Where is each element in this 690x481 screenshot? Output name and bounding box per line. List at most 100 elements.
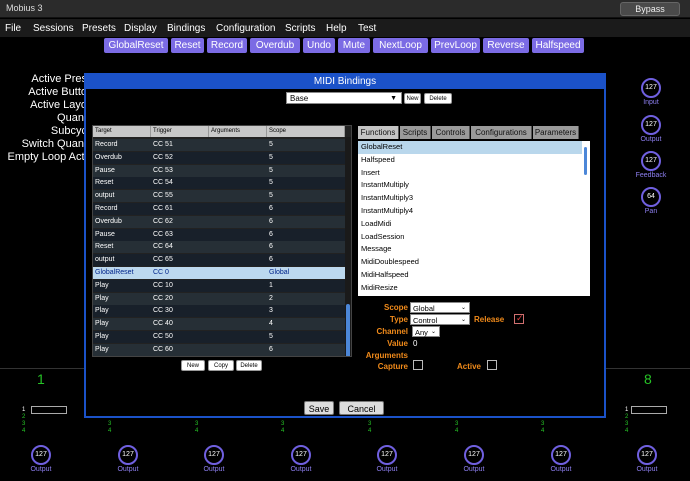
channel-select[interactable]: Any ⌄ bbox=[412, 326, 440, 337]
functions-scrollbar-thumb[interactable] bbox=[584, 147, 587, 175]
bypass-button[interactable]: Bypass bbox=[620, 2, 680, 16]
function-list-item[interactable]: MidiDoublespeed bbox=[358, 256, 582, 269]
table-row[interactable]: Record CC 51 5 bbox=[93, 139, 345, 151]
scope-select[interactable]: Global ⌄ bbox=[410, 302, 470, 313]
table-row[interactable]: Play CC 30 3 bbox=[93, 305, 345, 318]
binding-set-select[interactable]: Base ▼ bbox=[286, 92, 402, 104]
track-output-knob[interactable]: 127 bbox=[464, 445, 484, 465]
table-row[interactable]: Play CC 60 6 bbox=[93, 343, 345, 356]
menu-configuration[interactable]: Configuration bbox=[216, 23, 275, 34]
tab-controls[interactable]: Controls bbox=[432, 126, 470, 139]
row-target: Record bbox=[95, 205, 118, 212]
bindings-table: Target Trigger Arguments Scope Record CC … bbox=[92, 125, 352, 357]
function-list-item[interactable]: InstantMultiply3 bbox=[358, 192, 582, 205]
release-checkbox[interactable] bbox=[514, 313, 524, 324]
menu-help[interactable]: Help bbox=[326, 23, 347, 34]
tab-functions[interactable]: Functions bbox=[358, 126, 399, 139]
track-output-knob[interactable]: 127 bbox=[118, 445, 138, 465]
menu-file[interactable]: File bbox=[5, 23, 21, 34]
table-header-arguments[interactable]: Arguments bbox=[209, 126, 267, 137]
table-row[interactable]: Play CC 40 4 bbox=[93, 318, 345, 331]
new-binding-set-button[interactable]: New bbox=[404, 93, 421, 104]
menu-bindings[interactable]: Bindings bbox=[167, 23, 205, 34]
new-binding-button[interactable]: New bbox=[181, 360, 205, 371]
function-list-item[interactable]: InstantMultiply4 bbox=[358, 205, 582, 218]
track-output-knob[interactable]: 127 bbox=[204, 445, 224, 465]
table-row[interactable]: Reset CC 64 6 bbox=[93, 241, 345, 254]
feedback-knob[interactable]: 127 bbox=[641, 151, 661, 171]
function-list-item[interactable]: MidiHalfspeed bbox=[358, 269, 582, 282]
loop-meter-left bbox=[31, 406, 67, 414]
toolbar-nextloop-button[interactable]: NextLoop bbox=[373, 38, 428, 53]
toolbar-halfspeed-button[interactable]: Halfspeed bbox=[532, 38, 584, 53]
table-row[interactable]: Pause CC 53 5 bbox=[93, 164, 345, 177]
toolbar-record-button[interactable]: Record bbox=[207, 38, 247, 53]
output-knob[interactable]: 127 bbox=[641, 115, 661, 135]
row-scope: 5 bbox=[269, 192, 273, 200]
function-list-item[interactable]: LoadSession bbox=[358, 231, 582, 244]
delete-binding-set-button[interactable]: Delete bbox=[424, 93, 452, 104]
toolbar-mute-button[interactable]: Mute bbox=[338, 38, 370, 53]
table-row[interactable]: GlobalReset CC 0 Global bbox=[93, 267, 345, 279]
track-output-knob[interactable]: 127 bbox=[291, 445, 311, 465]
value-field[interactable]: 0 bbox=[413, 339, 417, 348]
loop-number: 4 bbox=[108, 428, 112, 434]
tab-scripts[interactable]: Scripts bbox=[400, 126, 431, 139]
track-output-label: Output bbox=[636, 466, 658, 473]
table-header-target[interactable]: Target bbox=[93, 126, 151, 137]
table-row[interactable]: Record CC 61 6 bbox=[93, 203, 345, 215]
toolbar-overdub-button[interactable]: Overdub bbox=[250, 38, 300, 53]
function-list-item[interactable]: GlobalReset bbox=[358, 141, 582, 154]
input-knob[interactable]: 127 bbox=[641, 78, 661, 98]
table-row[interactable]: Play CC 50 5 bbox=[93, 331, 345, 343]
tab-configurations[interactable]: Configurations bbox=[471, 126, 532, 139]
track-output-knob[interactable]: 127 bbox=[637, 445, 657, 465]
track-output-knob[interactable]: 127 bbox=[551, 445, 571, 465]
menu-presets[interactable]: Presets bbox=[82, 23, 116, 34]
track-output-knob[interactable]: 127 bbox=[31, 445, 51, 465]
track-number-left: 1 bbox=[37, 371, 45, 387]
tab-parameters[interactable]: Parameters bbox=[533, 126, 579, 139]
copy-binding-button[interactable]: Copy bbox=[208, 360, 234, 371]
label-active-layout: Active Layo bbox=[30, 99, 87, 111]
toolbar-reverse-button[interactable]: Reverse bbox=[483, 38, 529, 53]
table-header-trigger[interactable]: Trigger bbox=[151, 126, 209, 137]
row-target: Overdub bbox=[95, 217, 122, 225]
cancel-button[interactable]: Cancel bbox=[339, 401, 384, 415]
type-select[interactable]: Control ⌄ bbox=[410, 314, 470, 325]
function-list-item[interactable]: Message bbox=[358, 243, 582, 256]
toolbar-prevloop-button[interactable]: PrevLoop bbox=[431, 38, 480, 53]
function-list-item[interactable]: Insert bbox=[358, 167, 582, 180]
row-trigger: CC 50 bbox=[153, 333, 173, 340]
function-list-item[interactable]: LoadMidi bbox=[358, 218, 582, 231]
track-output-label: Output bbox=[203, 466, 225, 473]
menu-display[interactable]: Display bbox=[124, 23, 157, 34]
capture-checkbox[interactable] bbox=[413, 360, 423, 370]
row-trigger: CC 55 bbox=[153, 192, 173, 200]
table-row[interactable]: output CC 55 5 bbox=[93, 190, 345, 203]
track-output-knob[interactable]: 127 bbox=[377, 445, 397, 465]
menu-test[interactable]: Test bbox=[358, 23, 376, 34]
delete-binding-button[interactable]: Delete bbox=[236, 360, 262, 371]
table-scrollbar-thumb[interactable] bbox=[346, 304, 350, 356]
table-row[interactable]: Pause CC 63 6 bbox=[93, 228, 345, 241]
menu-sessions[interactable]: Sessions bbox=[33, 23, 74, 34]
save-button[interactable]: Save bbox=[304, 401, 334, 415]
active-checkbox[interactable] bbox=[487, 360, 497, 370]
table-row[interactable]: Overdub CC 62 6 bbox=[93, 215, 345, 228]
menu-scripts[interactable]: Scripts bbox=[285, 23, 316, 34]
toolbar-undo-button[interactable]: Undo bbox=[303, 38, 335, 53]
table-row[interactable]: Play CC 20 2 bbox=[93, 292, 345, 305]
table-row[interactable]: Play CC 10 1 bbox=[93, 279, 345, 292]
table-row[interactable]: Reset CC 54 5 bbox=[93, 177, 345, 190]
function-list-item[interactable]: MidiResize bbox=[358, 282, 582, 295]
table-header-scope[interactable]: Scope bbox=[267, 126, 345, 137]
table-row[interactable]: Overdub CC 52 5 bbox=[93, 151, 345, 164]
function-list-item[interactable]: InstantMultiply bbox=[358, 179, 582, 192]
row-trigger: CC 20 bbox=[153, 294, 173, 302]
function-list-item[interactable]: Halfspeed bbox=[358, 154, 582, 167]
table-row[interactable]: output CC 65 6 bbox=[93, 254, 345, 267]
toolbar-globalreset-button[interactable]: GlobalReset bbox=[104, 38, 168, 53]
toolbar-reset-button[interactable]: Reset bbox=[171, 38, 204, 53]
pan-knob[interactable]: 64 bbox=[641, 187, 661, 207]
